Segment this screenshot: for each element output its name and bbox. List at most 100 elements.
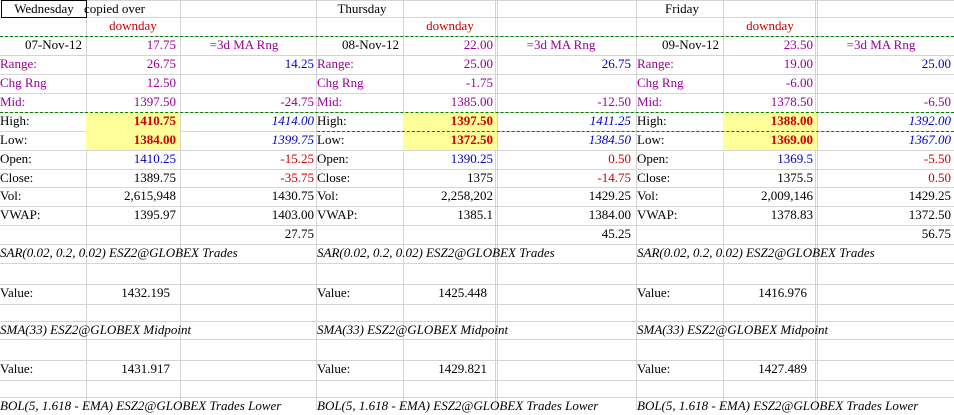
high-value[interactable]: 1388.00 xyxy=(723,112,813,130)
open-value[interactable]: 1410.25 xyxy=(86,150,176,168)
sma-title[interactable]: SMA(33) ESZ2@GLOBEX Midpoint xyxy=(317,321,627,339)
vwap-label[interactable]: VWAP: xyxy=(637,206,723,224)
mid-value[interactable]: 1385.00 xyxy=(403,93,493,111)
chg-rng-label[interactable]: Chg Rng xyxy=(317,74,403,92)
chg-rng-value[interactable]: 12.50 xyxy=(86,74,176,92)
mid-label[interactable]: Mid: xyxy=(637,93,723,111)
vol-value[interactable]: 2,615,948 xyxy=(86,187,176,205)
extra-value[interactable]: 56.75 xyxy=(817,225,951,243)
bol-title[interactable]: BOL(5, 1.618 - EMA) ESZ2@GLOBEX Trades L… xyxy=(0,397,316,415)
downday-tag[interactable]: downday xyxy=(723,17,817,35)
sma-value-label[interactable]: Value: xyxy=(0,360,86,378)
open-chg[interactable]: 0.50 xyxy=(497,150,631,168)
sar-title[interactable]: SAR(0.02, 0.2, 0.02) ESZ2@GLOBEX Trades xyxy=(637,244,947,262)
ma-label[interactable]: =3d MA Rng xyxy=(817,36,945,54)
sma-value[interactable]: 1427.489 xyxy=(723,360,807,378)
open-chg[interactable]: -5.50 xyxy=(817,150,951,168)
extra-value[interactable]: 27.75 xyxy=(180,225,314,243)
range-ma[interactable]: 14.25 xyxy=(180,55,314,73)
high-value[interactable]: 1397.50 xyxy=(403,112,493,130)
sar-value-label[interactable]: Value: xyxy=(637,284,723,302)
low-label[interactable]: Low: xyxy=(0,131,86,149)
sar-value-label[interactable]: Value: xyxy=(317,284,403,302)
close-label[interactable]: Close: xyxy=(637,169,723,187)
high-ref[interactable]: 1414.00 xyxy=(180,112,314,130)
day-range[interactable]: 22.00 xyxy=(403,36,493,54)
vwap-value[interactable]: 1378.83 xyxy=(723,206,813,224)
range-ma[interactable]: 26.75 xyxy=(497,55,631,73)
range-value[interactable]: 19.00 xyxy=(723,55,813,73)
high-label[interactable]: High: xyxy=(317,112,403,130)
close-chg[interactable]: -35.75 xyxy=(180,169,314,187)
date-cell[interactable]: 09-Nov-12 xyxy=(637,36,719,54)
vwap-ref[interactable]: 1403.00 xyxy=(180,206,314,224)
date-cell[interactable]: 08-Nov-12 xyxy=(317,36,399,54)
sar-value[interactable]: 1416.976 xyxy=(723,284,807,302)
low-ref[interactable]: 1399.75 xyxy=(180,131,314,149)
low-ref[interactable]: 1384.50 xyxy=(497,131,631,149)
mid-chg[interactable]: -6.50 xyxy=(817,93,951,111)
vol-ref[interactable]: 1429.25 xyxy=(817,187,951,205)
vol-label[interactable]: Vol: xyxy=(0,187,86,205)
vol-label[interactable]: Vol: xyxy=(317,187,403,205)
sar-value[interactable]: 1425.448 xyxy=(403,284,487,302)
bol-title[interactable]: BOL(5, 1.618 - EMA) ESZ2@GLOBEX Trades L… xyxy=(317,397,633,415)
close-chg[interactable]: -14.75 xyxy=(497,169,631,187)
chg-rng-label[interactable]: Chg Rng xyxy=(0,74,86,92)
chg-rng-value[interactable]: -6.00 xyxy=(723,74,813,92)
range-value[interactable]: 26.75 xyxy=(86,55,176,73)
extra-value[interactable]: 45.25 xyxy=(497,225,631,243)
chg-rng-value[interactable]: -1.75 xyxy=(403,74,493,92)
high-label[interactable]: High: xyxy=(0,112,86,130)
mid-value[interactable]: 1397.50 xyxy=(86,93,176,111)
day-range[interactable]: 23.50 xyxy=(723,36,813,54)
open-chg[interactable]: -15.25 xyxy=(180,150,314,168)
downday-tag[interactable]: downday xyxy=(403,17,497,35)
range-label[interactable]: Range: xyxy=(317,55,403,73)
vol-ref[interactable]: 1430.75 xyxy=(180,187,314,205)
chg-rng-label[interactable]: Chg Rng xyxy=(637,74,723,92)
bol-title[interactable]: BOL(5, 1.618 - EMA) ESZ2@GLOBEX Trades L… xyxy=(637,397,953,415)
vwap-ref[interactable]: 1372.50 xyxy=(817,206,951,224)
sma-value-label[interactable]: Value: xyxy=(637,360,723,378)
sma-title[interactable]: SMA(33) ESZ2@GLOBEX Midpoint xyxy=(0,321,310,339)
mid-chg[interactable]: -24.75 xyxy=(180,93,314,111)
range-value[interactable]: 25.00 xyxy=(403,55,493,73)
range-ma[interactable]: 25.00 xyxy=(817,55,951,73)
range-label[interactable]: Range: xyxy=(0,55,86,73)
day-range[interactable]: 17.75 xyxy=(86,36,176,54)
day-header[interactable]: Thursday xyxy=(319,0,405,18)
vwap-ref[interactable]: 1384.00 xyxy=(497,206,631,224)
sar-value[interactable]: 1432.195 xyxy=(86,284,170,302)
date-cell[interactable]: 07-Nov-12 xyxy=(0,36,82,54)
low-label[interactable]: Low: xyxy=(317,131,403,149)
close-label[interactable]: Close: xyxy=(0,169,86,187)
sar-title[interactable]: SAR(0.02, 0.2, 0.02) ESZ2@GLOBEX Trades xyxy=(317,244,627,262)
day-header[interactable]: Friday xyxy=(639,0,725,18)
sma-value[interactable]: 1431.917 xyxy=(86,360,170,378)
mid-value[interactable]: 1378.50 xyxy=(723,93,813,111)
sma-value-label[interactable]: Value: xyxy=(317,360,403,378)
mid-label[interactable]: Mid: xyxy=(0,93,86,111)
sar-value-label[interactable]: Value: xyxy=(0,284,86,302)
day-note[interactable]: copied over xyxy=(84,0,180,18)
high-ref[interactable]: 1392.00 xyxy=(817,112,951,130)
vol-ref[interactable]: 1429.25 xyxy=(497,187,631,205)
downday-tag[interactable]: downday xyxy=(86,17,180,35)
vol-label[interactable]: Vol: xyxy=(637,187,723,205)
close-value[interactable]: 1375 xyxy=(403,169,493,187)
vwap-label[interactable]: VWAP: xyxy=(317,206,403,224)
mid-label[interactable]: Mid: xyxy=(317,93,403,111)
sma-value[interactable]: 1429.821 xyxy=(403,360,487,378)
close-label[interactable]: Close: xyxy=(317,169,403,187)
low-value[interactable]: 1369.00 xyxy=(723,131,813,149)
mid-chg[interactable]: -12.50 xyxy=(497,93,631,111)
vwap-value[interactable]: 1385.1 xyxy=(403,206,493,224)
vol-value[interactable]: 2,009,146 xyxy=(723,187,813,205)
close-value[interactable]: 1375.5 xyxy=(723,169,813,187)
low-label[interactable]: Low: xyxy=(637,131,723,149)
open-label[interactable]: Open: xyxy=(317,150,403,168)
vol-value[interactable]: 2,258,202 xyxy=(403,187,493,205)
open-label[interactable]: Open: xyxy=(637,150,723,168)
high-label[interactable]: High: xyxy=(637,112,723,130)
